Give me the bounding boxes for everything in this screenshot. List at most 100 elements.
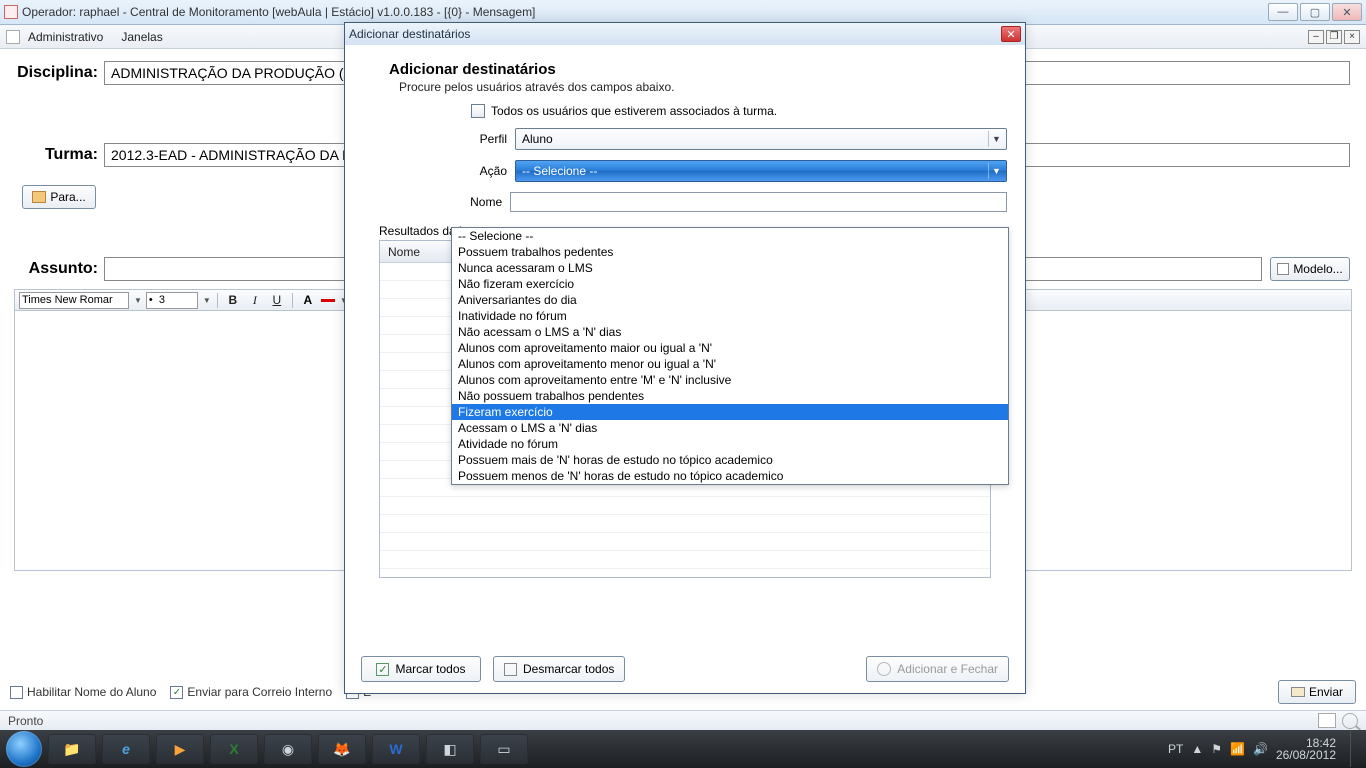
grid-row[interactable] <box>380 551 990 569</box>
modelo-label: Modelo... <box>1293 262 1342 276</box>
chk-all-users[interactable] <box>471 104 485 118</box>
acao-select[interactable]: -- Selecione -- ▼ <box>515 160 1007 182</box>
window-icon: ▭ <box>497 741 510 758</box>
font-size-select[interactable] <box>146 292 198 309</box>
add-recipients-dialog: Adicionar destinatários ✕ Adicionar dest… <box>344 22 1026 694</box>
page-icon <box>1318 713 1336 728</box>
task-media[interactable]: ▶ <box>156 734 204 764</box>
acao-dropdown-list[interactable]: -- Selecione --Possuem trabalhos pedente… <box>451 227 1009 485</box>
task-word[interactable]: W <box>372 734 420 764</box>
task-explorer[interactable]: 📁 <box>48 734 96 764</box>
send-button[interactable]: Enviar <box>1278 680 1356 704</box>
acao-option[interactable]: Atividade no fórum <box>452 436 1008 452</box>
acao-option[interactable]: Não acessam o LMS a 'N' dias <box>452 324 1008 340</box>
chk-enviar-correio[interactable]: ✓Enviar para Correio Interno <box>170 685 332 699</box>
bold-button[interactable]: B <box>224 292 242 309</box>
play-icon: ▶ <box>175 741 186 758</box>
show-desktop[interactable] <box>1350 731 1360 767</box>
ie-icon: e <box>122 741 130 757</box>
lang-indicator[interactable]: PT <box>1168 742 1183 756</box>
folder-icon: 📁 <box>63 741 80 758</box>
clock-date: 26/08/2012 <box>1276 749 1336 761</box>
excel-icon: X <box>229 741 238 757</box>
chevron-down-icon: ▼ <box>988 163 1004 179</box>
dialog-footer: ✓Marcar todos ✓Desmarcar todos Adicionar… <box>345 645 1025 693</box>
acao-option[interactable]: Nunca acessaram o LMS <box>452 260 1008 276</box>
dialog-close-button[interactable]: ✕ <box>1001 26 1021 42</box>
dialog-heading: Adicionar destinatários <box>389 61 1007 78</box>
mdi-restore[interactable]: ❐ <box>1326 30 1342 44</box>
window-title: Operador: raphael - Central de Monitoram… <box>22 5 1266 19</box>
check-icon <box>877 662 891 676</box>
menu-administrativo[interactable]: Administrativo <box>28 30 103 44</box>
acao-option[interactable]: Não possuem trabalhos pendentes <box>452 388 1008 404</box>
disciplina-label: Disciplina: <box>16 64 104 82</box>
mdi-minimize[interactable]: – <box>1308 30 1324 44</box>
mdi-controls: – ❐ × <box>1308 30 1360 44</box>
acao-option[interactable]: Inatividade no fórum <box>452 308 1008 324</box>
chevron-down-icon[interactable]: ▼ <box>203 296 211 305</box>
tray-up-icon[interactable]: ▲ <box>1191 742 1203 756</box>
template-icon <box>1277 263 1289 275</box>
marcar-todos-button[interactable]: ✓Marcar todos <box>361 656 481 682</box>
acao-option[interactable]: Não fizeram exercício <box>452 276 1008 292</box>
assunto-label: Assunto: <box>16 260 104 278</box>
acao-option[interactable]: Acessam o LMS a 'N' dias <box>452 420 1008 436</box>
chevron-down-icon[interactable]: ▼ <box>134 296 142 305</box>
dialog-titlebar[interactable]: Adicionar destinatários ✕ <box>345 23 1025 45</box>
network-icon[interactable]: 📶 <box>1230 742 1245 756</box>
send-label: Enviar <box>1309 685 1343 699</box>
acao-option[interactable]: Possuem mais de 'N' horas de estudo no t… <box>452 452 1008 468</box>
volume-icon[interactable]: 🔊 <box>1253 742 1268 756</box>
app-icon <box>4 5 18 19</box>
acao-option[interactable]: Aniversariantes do dia <box>452 292 1008 308</box>
start-button[interactable] <box>6 731 42 767</box>
font-color-button[interactable]: A <box>299 292 317 309</box>
acao-option[interactable]: Fizeram exercício <box>452 404 1008 420</box>
adicionar-fechar-button[interactable]: Adicionar e Fechar <box>866 656 1009 682</box>
acao-option[interactable]: Alunos com aproveitamento menor ou igual… <box>452 356 1008 372</box>
perfil-select[interactable]: Aluno ▼ <box>515 128 1007 150</box>
perfil-value: Aluno <box>522 132 553 146</box>
grid-row[interactable] <box>380 515 990 533</box>
color-swatch-red <box>321 299 335 302</box>
acao-option[interactable]: Alunos com aproveitamento maior ou igual… <box>452 340 1008 356</box>
clock[interactable]: 18:42 26/08/2012 <box>1276 737 1336 761</box>
underline-button[interactable]: U <box>268 292 286 309</box>
chk-habilitar-nome[interactable]: Habilitar Nome do Aluno <box>10 685 156 699</box>
italic-button[interactable]: I <box>246 292 264 309</box>
modelo-button[interactable]: Modelo... <box>1270 257 1350 281</box>
firefox-icon: 🦊 <box>333 741 350 758</box>
acao-option[interactable]: -- Selecione -- <box>452 228 1008 244</box>
zoom-icon[interactable] <box>1342 713 1358 729</box>
close-button[interactable]: ✕ <box>1332 3 1362 21</box>
acao-option[interactable]: Possuem trabalhos pedentes <box>452 244 1008 260</box>
mdi-close[interactable]: × <box>1344 30 1360 44</box>
new-message-icon[interactable] <box>6 30 20 44</box>
menu-janelas[interactable]: Janelas <box>121 30 162 44</box>
grid-row[interactable] <box>380 533 990 551</box>
maximize-button[interactable]: ▢ <box>1300 3 1330 21</box>
task-firefox[interactable]: 🦊 <box>318 734 366 764</box>
app-icon: ◧ <box>443 741 456 758</box>
task-app1[interactable]: ◧ <box>426 734 474 764</box>
desmarcar-todos-button[interactable]: ✓Desmarcar todos <box>493 656 625 682</box>
task-excel[interactable]: X <box>210 734 258 764</box>
acao-option[interactable]: Alunos com aproveitamento entre 'M' e 'N… <box>452 372 1008 388</box>
chevron-down-icon: ▼ <box>988 131 1004 147</box>
nome-input[interactable] <box>510 192 1007 212</box>
word-icon: W <box>389 741 402 757</box>
font-family-select[interactable] <box>19 292 129 309</box>
acao-label: Ação <box>459 164 507 178</box>
grid-row[interactable] <box>380 497 990 515</box>
para-button[interactable]: Para... <box>22 185 96 209</box>
flag-icon[interactable]: ⚑ <box>1211 742 1222 756</box>
window-controls: ― ▢ ✕ <box>1266 3 1362 21</box>
task-app2[interactable]: ▭ <box>480 734 528 764</box>
task-chrome[interactable]: ◉ <box>264 734 312 764</box>
people-icon <box>32 191 46 203</box>
minimize-button[interactable]: ― <box>1268 3 1298 21</box>
dialog-subtext: Procure pelos usuários através dos campo… <box>399 80 1007 94</box>
task-ie[interactable]: e <box>102 734 150 764</box>
acao-option[interactable]: Possuem menos de 'N' horas de estudo no … <box>452 468 1008 484</box>
